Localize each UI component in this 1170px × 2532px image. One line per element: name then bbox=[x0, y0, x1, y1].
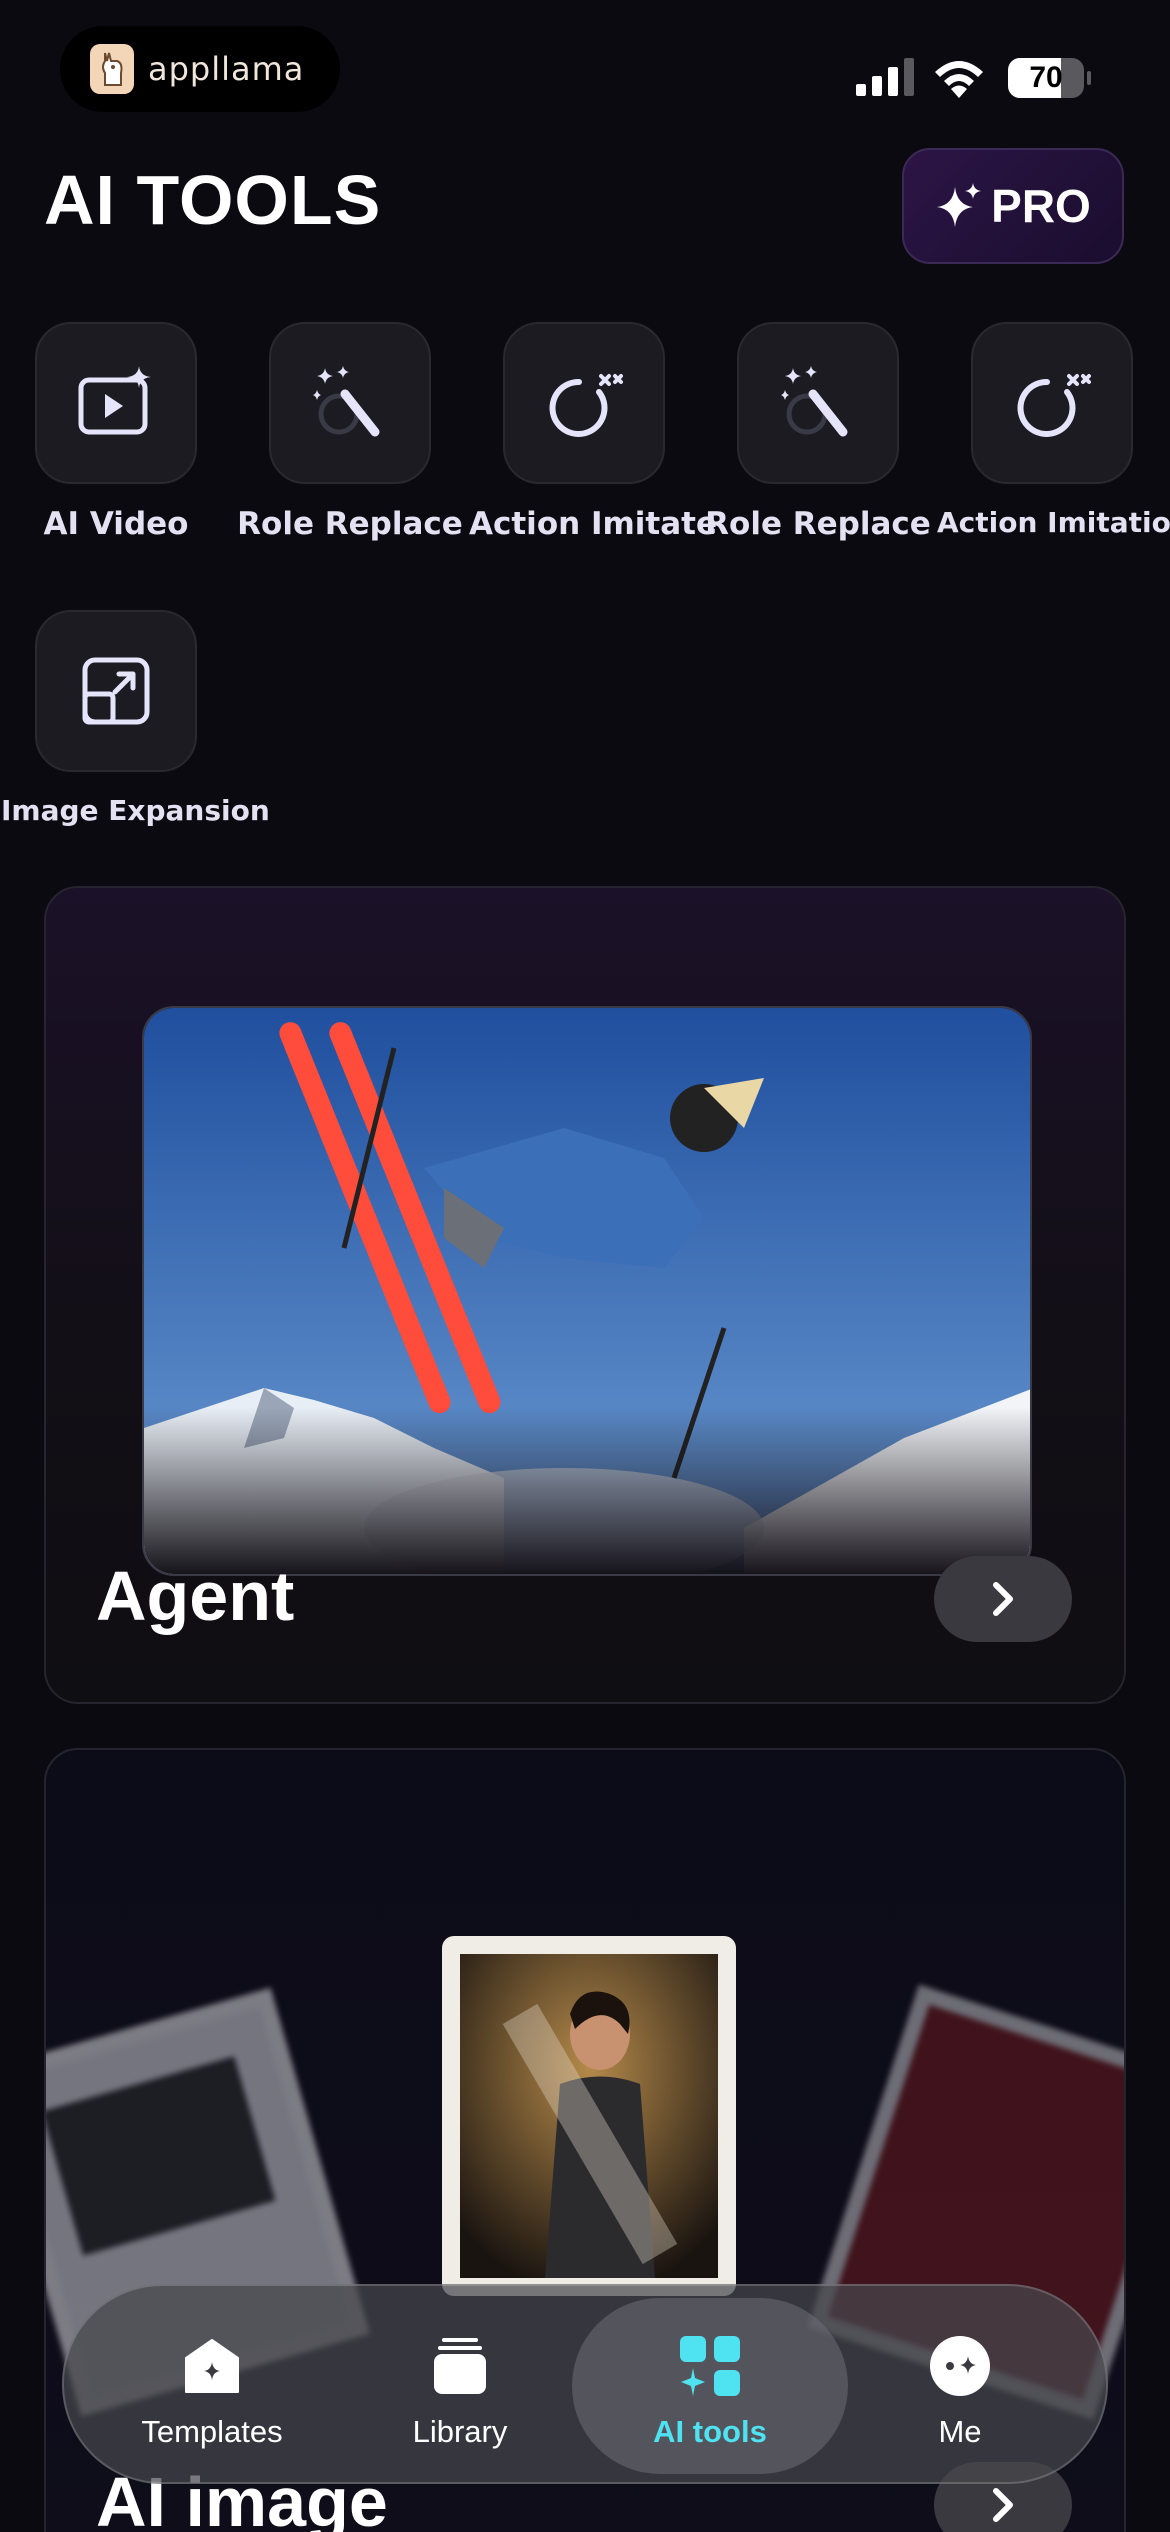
ai-tools-icon bbox=[680, 2336, 740, 2396]
tool-ai-video[interactable]: AI Video bbox=[1, 322, 231, 542]
tab-label: Library bbox=[412, 2414, 508, 2449]
brand-pill: appllama bbox=[60, 26, 340, 112]
brand-name: appllama bbox=[148, 50, 305, 88]
tool-label: Role Replace bbox=[705, 506, 931, 542]
cellular-signal-icon bbox=[856, 58, 914, 96]
agent-title: Agent bbox=[96, 1557, 295, 1635]
tab-templates[interactable]: Templates bbox=[74, 2298, 350, 2474]
tab-label: AI tools bbox=[653, 2414, 767, 2449]
chevron-right-icon bbox=[993, 2488, 1013, 2522]
tab-library[interactable]: Library bbox=[322, 2298, 598, 2474]
tool-tile[interactable] bbox=[35, 610, 197, 772]
tool-label: Image Expansion bbox=[1, 794, 270, 827]
sparkle-icon bbox=[937, 183, 982, 227]
tool-label: AI Video bbox=[43, 506, 189, 542]
status-bar: appllama 70 bbox=[0, 0, 1170, 140]
templates-icon bbox=[185, 2339, 239, 2393]
tool-role-replace[interactable]: Role Replace bbox=[703, 322, 933, 542]
refresh-sparkle-icon bbox=[1017, 374, 1091, 437]
page-title: AI TOOLS bbox=[44, 161, 382, 239]
tab-ai-tools[interactable]: AI tools bbox=[572, 2298, 848, 2474]
tab-bar: Templates Library AI tools Me bbox=[62, 2284, 1108, 2484]
tool-tile[interactable] bbox=[35, 322, 197, 484]
tab-label: Me bbox=[938, 2414, 982, 2449]
tool-role-replace[interactable]: Role Replace bbox=[235, 322, 465, 542]
tool-tile[interactable] bbox=[971, 322, 1133, 484]
library-icon bbox=[434, 2338, 486, 2394]
pro-label: PRO bbox=[991, 180, 1091, 232]
portrait-photo-card bbox=[442, 1936, 736, 2296]
agent-card[interactable]: Agent bbox=[44, 886, 1126, 1704]
tool-tile[interactable] bbox=[269, 322, 431, 484]
agent-arrow-button[interactable] bbox=[934, 1556, 1072, 1642]
tool-label: Action Imitate bbox=[469, 506, 718, 542]
magic-wand-icon bbox=[781, 366, 848, 437]
video-sparkle-icon bbox=[78, 366, 151, 435]
tool-action-imitation[interactable]: Action Imitation bbox=[937, 322, 1170, 539]
tab-me[interactable]: Me bbox=[822, 2298, 1098, 2474]
llama-logo-icon bbox=[90, 44, 134, 94]
refresh-sparkle-icon bbox=[549, 374, 623, 437]
tool-action-imitate[interactable]: Action Imitate bbox=[469, 322, 718, 542]
tool-tile[interactable] bbox=[503, 322, 665, 484]
tool-image-expansion[interactable]: Image Expansion bbox=[1, 610, 270, 827]
tool-label: Role Replace bbox=[237, 506, 463, 542]
chevron-right-icon bbox=[993, 1582, 1013, 1616]
tool-tile[interactable] bbox=[737, 322, 899, 484]
battery-indicator: 70 bbox=[1008, 58, 1091, 98]
expand-icon bbox=[82, 657, 150, 725]
skier-photo bbox=[142, 1006, 1032, 1576]
magic-wand-icon bbox=[313, 366, 380, 437]
tool-label: Action Imitation bbox=[937, 506, 1170, 539]
tab-label: Templates bbox=[141, 2414, 283, 2449]
wifi-icon bbox=[935, 61, 983, 98]
me-icon bbox=[930, 2336, 990, 2396]
battery-level: 70 bbox=[1029, 61, 1063, 94]
pro-button[interactable]: PRO bbox=[902, 148, 1124, 264]
